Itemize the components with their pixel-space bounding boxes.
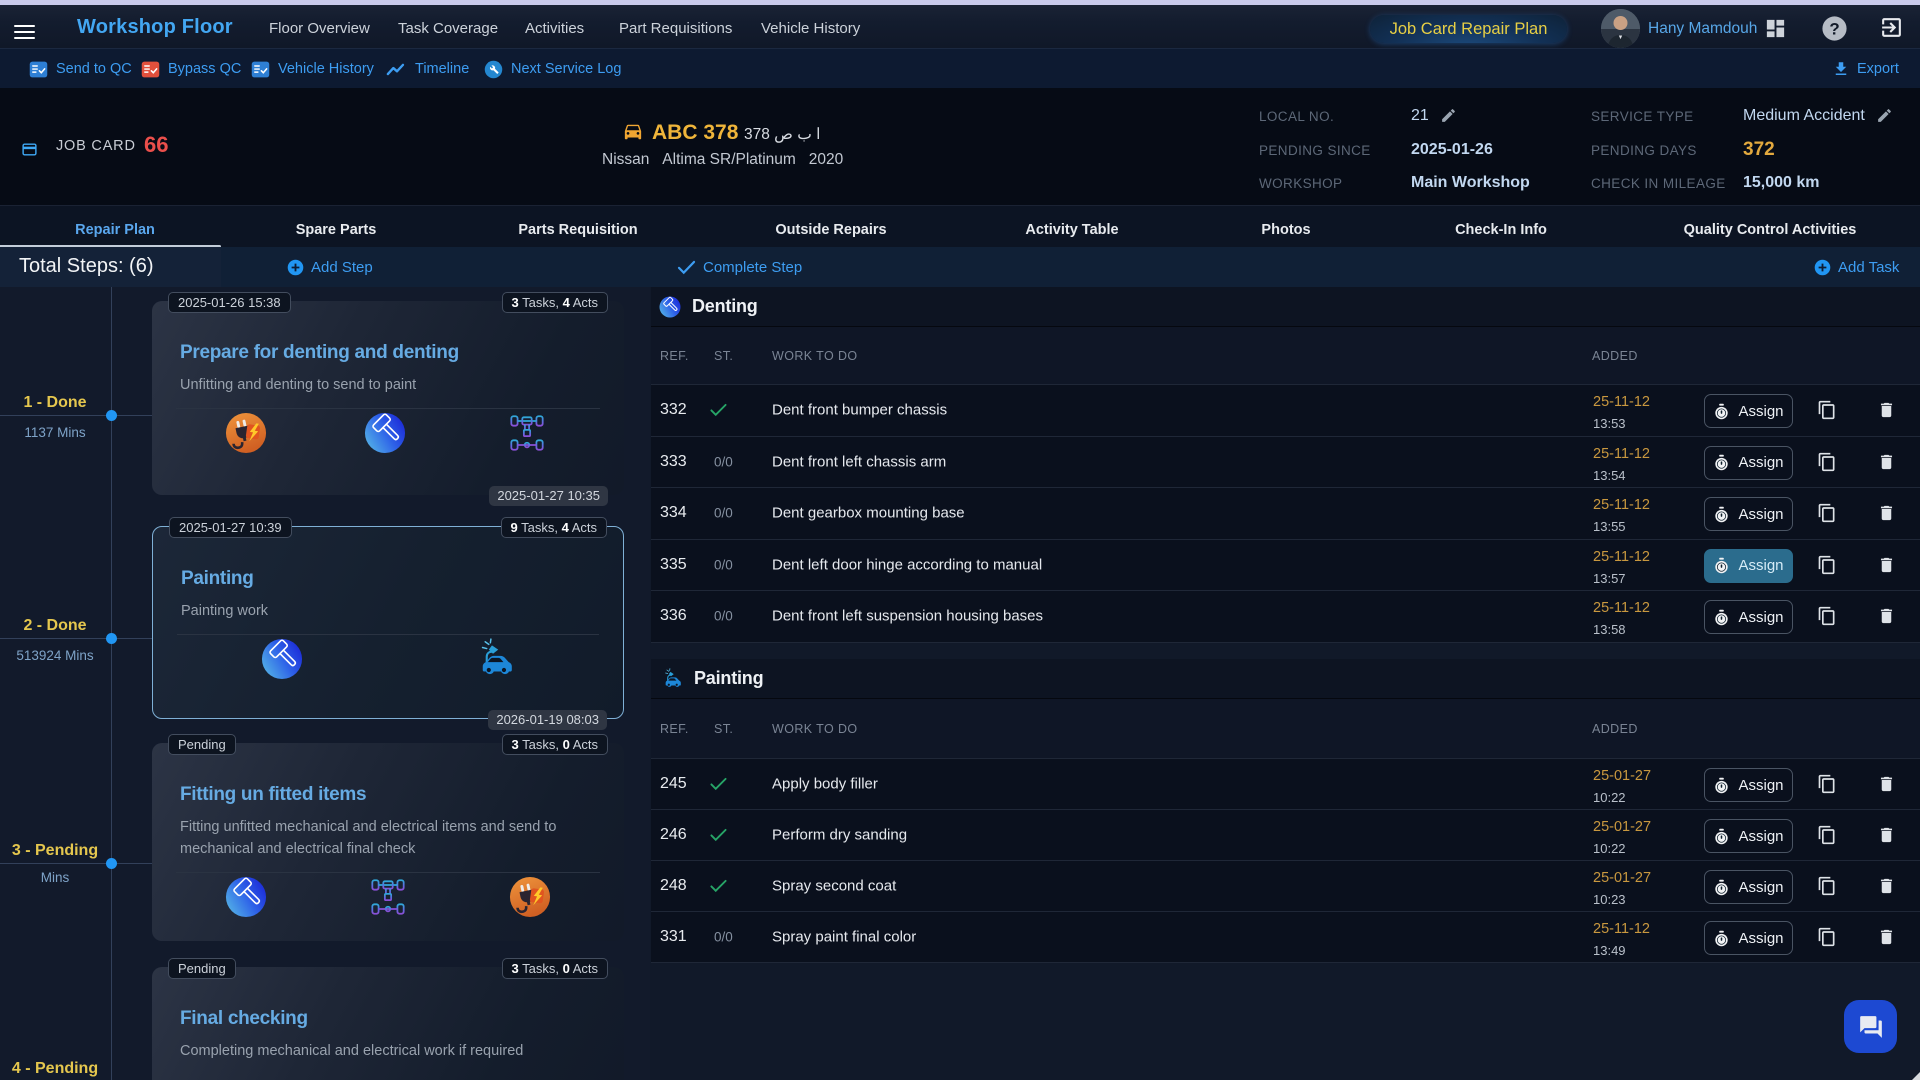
svg-text:?: ? — [1829, 20, 1839, 39]
